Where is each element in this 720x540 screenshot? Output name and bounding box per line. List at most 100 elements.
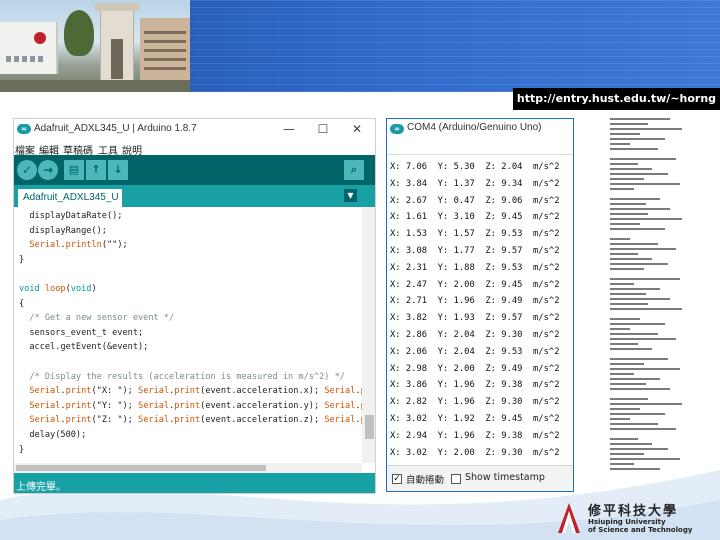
vertical-scrollbar[interactable] (362, 207, 375, 463)
horizontal-scroll-thumb[interactable] (16, 465, 266, 471)
upload-icon[interactable]: → (38, 160, 58, 180)
axis-label: X: (390, 262, 406, 273)
campus-tree (64, 10, 94, 56)
axis-label: X: (390, 346, 406, 357)
serial-reading-line: X: 2.82 Y: 1.96 Z: 9.30 m/s^2 (390, 394, 560, 411)
tiny-text-line (610, 288, 660, 290)
serial-reading-line: X: 3.02 Y: 1.92 Z: 9.45 m/s^2 (390, 411, 560, 428)
tiny-text-line (610, 128, 682, 130)
horizontal-scrollbar[interactable] (14, 463, 362, 473)
code-token: Serial (29, 240, 61, 251)
tiny-text-line (610, 428, 676, 430)
reading-z: 2.04 (501, 162, 523, 172)
code-line: delay(500); (19, 428, 362, 443)
tab-sketch[interactable]: Adafruit_ADXL345_U (18, 189, 122, 207)
tiny-text-line (610, 218, 682, 220)
tiny-text-line (610, 133, 640, 135)
reading-z: 9.38 (501, 430, 523, 441)
axis-label: Y: (427, 178, 454, 189)
tiny-text-line (610, 423, 658, 425)
url-label: http://entry.hust.edu.tw/~horng (513, 88, 720, 110)
reading-unit: m/s^2 (522, 296, 560, 307)
tiny-text-line (610, 418, 630, 420)
reading-x: 2.47 (405, 279, 428, 290)
reading-z: 9.30 (501, 329, 523, 340)
reading-y: 1.88 (453, 262, 475, 273)
axis-label: Y: (427, 329, 454, 340)
code-line: /* Display the results (acceleration is … (19, 370, 362, 385)
reading-unit: m/s^2 (522, 178, 560, 189)
serial-reading-line: X: 3.02 Y: 2.00 Z: 9.30 m/s^2 (390, 445, 560, 457)
serial-reading-line: X: 2.98 Y: 2.00 Z: 9.49 m/s^2 (390, 361, 560, 378)
code-token: Serial (138, 415, 170, 426)
code-token: ("Z: "); (91, 415, 139, 426)
tiny-text-line (610, 123, 648, 125)
tower-cap (95, 3, 139, 11)
axis-label: Y: (427, 245, 454, 256)
reading-x: 3.02 (405, 413, 428, 424)
code-token: print (174, 400, 201, 411)
reading-z: 9.30 (501, 397, 523, 408)
maximize-button[interactable]: ☐ (316, 122, 330, 136)
save-sketch-icon[interactable]: ↓ (108, 160, 128, 180)
ide-status-bar: 上傳完畢。 (14, 473, 375, 493)
arduino-logo-icon: ∞ (17, 124, 31, 134)
reading-x: 3.02 (405, 447, 428, 457)
reading-z: 9.45 (501, 212, 523, 223)
code-editor[interactable]: displayDataRate(); displayRange(); Seria… (14, 207, 362, 463)
code-line: displayRange(); (19, 224, 362, 239)
reading-x: 2.06 (405, 346, 428, 357)
close-button[interactable]: ✕ (350, 122, 364, 136)
serial-window-title: COM4 (Arduino/Genuino Uno) (407, 122, 542, 133)
axis-label: Y: (427, 430, 454, 441)
axis-label: Z: (474, 313, 502, 324)
reading-unit: m/s^2 (522, 329, 560, 340)
serial-output: X: 7.06 Y: 5.30 Z: 2.04 m/s^2 X: 3.84 Y: … (387, 157, 573, 457)
code-token: Serial (29, 400, 61, 411)
reading-z: 9.49 (501, 296, 523, 307)
tab-menu-icon[interactable]: ▼ (344, 189, 357, 202)
tiny-text-line (610, 438, 638, 440)
tiny-text-line (610, 468, 660, 470)
reading-unit: m/s^2 (522, 245, 560, 256)
axis-label: Z: (474, 380, 502, 391)
tiny-text-line (610, 228, 665, 230)
verify-icon[interactable]: ✓ (17, 160, 37, 180)
code-token: Serial (138, 386, 170, 397)
code-token: print (174, 415, 201, 426)
tiny-text-line (610, 453, 644, 455)
autoscroll-label: 自動捲動 (406, 475, 445, 486)
axis-label: Y: (427, 447, 454, 457)
tiny-text-line (610, 168, 652, 170)
axis-label: Z: (474, 212, 502, 223)
code-token: ) (91, 283, 97, 294)
tiny-text-line (610, 408, 640, 410)
code-token: ("Y: "); (91, 400, 139, 411)
axis-label: Z: (474, 195, 502, 206)
serial-titlebar[interactable]: ∞ COM4 (Arduino/Genuino Uno) (387, 119, 573, 139)
reading-unit: m/s^2 (522, 346, 560, 357)
tiny-text-line (610, 253, 638, 255)
tiny-text-line (610, 213, 648, 215)
vertical-scroll-thumb[interactable] (365, 415, 374, 439)
building-windows-right (144, 26, 186, 70)
serial-reading-line: X: 1.61 Y: 3.10 Z: 9.45 m/s^2 (390, 209, 560, 226)
ide-window-title: Adafruit_ADXL345_U | Arduino 1.8.7 (34, 123, 197, 134)
serial-send-input[interactable] (387, 139, 573, 155)
serial-monitor-icon[interactable]: ⌕ (344, 160, 364, 180)
timestamp-checkbox[interactable] (451, 474, 461, 484)
autoscroll-checkbox[interactable]: ✓ (392, 474, 402, 484)
code-line: void loop(void) (19, 282, 362, 297)
axis-label: X: (390, 212, 406, 223)
axis-label: Y: (427, 162, 454, 172)
minimize-button[interactable]: — (282, 122, 296, 136)
new-sketch-icon[interactable]: ▤ (64, 160, 84, 180)
open-sketch-icon[interactable]: ↑ (86, 160, 106, 180)
ide-titlebar[interactable]: ∞ Adafruit_ADXL345_U | Arduino 1.8.7 — ☐… (14, 119, 375, 141)
axis-label: Z: (474, 178, 502, 189)
axis-label: X: (390, 279, 406, 290)
code-token: { (19, 298, 25, 309)
code-line: sensors_event_t event; (19, 326, 362, 341)
code-line: { (19, 297, 362, 312)
